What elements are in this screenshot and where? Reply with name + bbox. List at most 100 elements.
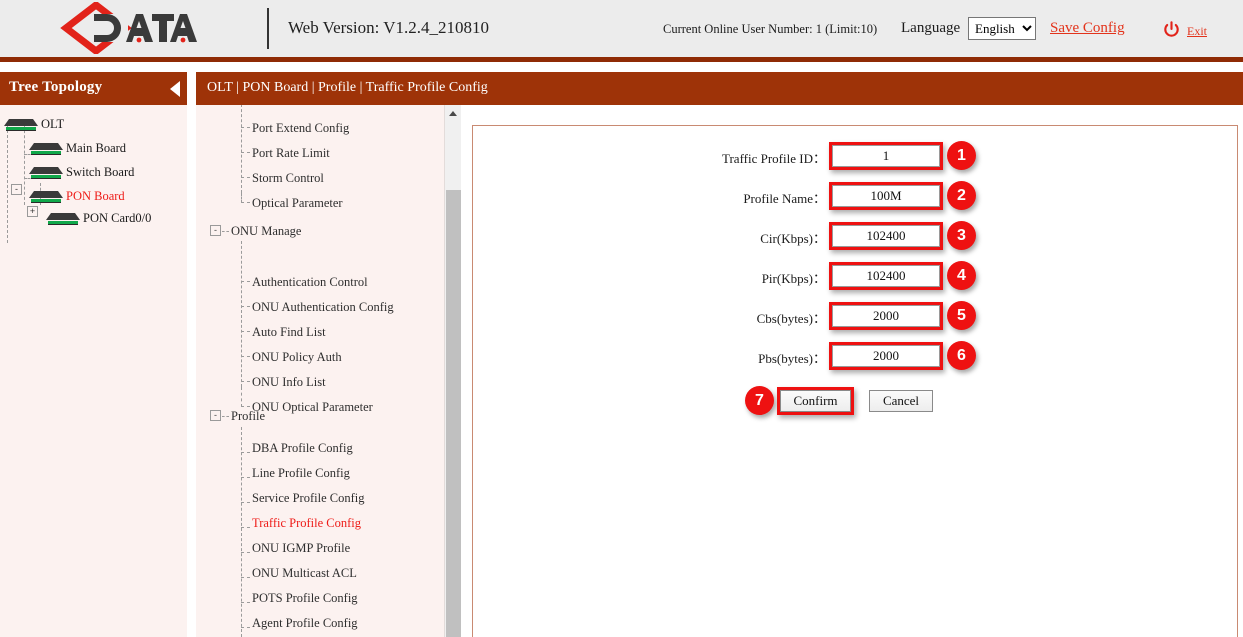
board-icon	[29, 191, 63, 203]
step-badge-6: 6	[947, 341, 976, 370]
menu-tick	[241, 627, 250, 628]
menu-item-service-profile-config[interactable]: Service Profile Config	[252, 491, 364, 506]
menu-tick	[241, 127, 250, 128]
cancel-button[interactable]: Cancel	[869, 390, 933, 412]
menu-item-onu-multicast-acl[interactable]: ONU Multicast ACL	[252, 566, 357, 581]
menu-item-onu-authentication-config[interactable]: ONU Authentication Config	[252, 300, 394, 315]
scrollbar-thumb[interactable]	[446, 190, 461, 637]
confirm-button[interactable]: Confirm	[780, 390, 851, 412]
header-bottom-rule	[0, 57, 1243, 62]
sidebar-title-bar: Tree Topology	[0, 72, 187, 105]
menu-item-storm-control[interactable]: Storm Control	[252, 171, 324, 186]
label-cir: Cir(Kbps)：	[473, 228, 826, 247]
menu-tick	[241, 602, 250, 603]
menu-item-auto-find-list[interactable]: Auto Find List	[252, 325, 326, 340]
label-colon: ：	[813, 271, 826, 286]
menu-tick	[241, 381, 250, 382]
input-cbs[interactable]	[832, 305, 940, 327]
tree-node-main-board[interactable]: Main Board	[29, 141, 126, 156]
form-row-profile-name: Profile Name： 2	[473, 185, 1239, 209]
menu-item-onu-info-list[interactable]: ONU Info List	[252, 375, 326, 390]
menu-tick	[241, 281, 250, 282]
input-pir[interactable]	[832, 265, 940, 287]
form-row-cir: Cir(Kbps)： 3	[473, 225, 1239, 249]
save-config-link[interactable]: Save Config	[1050, 20, 1125, 37]
menu-spine-2	[241, 241, 242, 387]
menu-expander-onu-manage[interactable]: -	[210, 225, 221, 236]
tree-node-olt[interactable]: OLT	[4, 117, 64, 132]
breadcrumb: OLT | PON Board | Profile | Traffic Prof…	[207, 80, 488, 96]
board-icon	[46, 213, 80, 225]
tree-node-switch-board[interactable]: Switch Board	[29, 165, 134, 180]
menu-tick	[241, 306, 250, 307]
tree-trunk-line	[7, 125, 8, 243]
label-text: Profile Name	[743, 191, 813, 206]
form-button-row: 7 Confirm Cancel	[473, 393, 1239, 417]
traffic-profile-form-panel: Traffic Profile ID： 1 Profile Name： 2 Ci…	[472, 125, 1238, 637]
form-row-pir: Pir(Kbps)： 4	[473, 265, 1239, 289]
tree-node-label: PON Card0/0	[83, 211, 151, 226]
label-profile-name: Profile Name：	[473, 188, 826, 207]
menu-item-pots-profile-config[interactable]: POTS Profile Config	[252, 591, 358, 606]
menu-group-profile[interactable]: Profile	[231, 409, 265, 424]
board-icon	[29, 143, 63, 155]
tree-expander-pon-card[interactable]: +	[27, 206, 38, 217]
tree-node-pon-card[interactable]: PON Card0/0	[46, 211, 151, 226]
input-traffic-profile-id[interactable]	[832, 145, 940, 167]
menu-item-port-rate-limit[interactable]: Port Rate Limit	[252, 146, 330, 161]
content-gutter	[461, 105, 472, 637]
menu-tick	[241, 331, 250, 332]
form-row-cbs: Cbs(bytes)： 5	[473, 305, 1239, 329]
label-colon: ：	[813, 351, 826, 366]
step-badge-2: 2	[947, 181, 976, 210]
label-text: Pir(Kbps)	[762, 271, 813, 286]
menu-item-dba-profile-config[interactable]: DBA Profile Config	[252, 441, 353, 456]
tree-node-label: Switch Board	[66, 165, 134, 180]
scroll-up-arrow-icon[interactable]	[445, 105, 461, 122]
app-header: Web Version: V1.2.4_210810 Current Onlin…	[0, 0, 1243, 57]
tree-node-label: Main Board	[66, 141, 126, 156]
menu-item-port-extend-config[interactable]: Port Extend Config	[252, 121, 349, 136]
label-colon: ：	[813, 311, 826, 326]
menu-item-onu-optical-parameter[interactable]: ONU Optical Parameter	[252, 400, 373, 415]
language-select[interactable]: English	[968, 17, 1036, 40]
label-cbs: Cbs(bytes)：	[473, 308, 826, 327]
sidebar-gutter	[187, 72, 196, 637]
form-row-traffic-profile-id: Traffic Profile ID： 1	[473, 145, 1239, 169]
exit-link[interactable]: Exit	[1187, 24, 1207, 39]
input-pbs[interactable]	[832, 345, 940, 367]
tree-node-label: OLT	[41, 117, 64, 132]
board-icon	[29, 167, 63, 179]
menu-scrollbar[interactable]	[444, 105, 461, 637]
menu-item-line-profile-config[interactable]: Line Profile Config	[252, 466, 350, 481]
label-colon: ：	[813, 151, 826, 166]
menu-tick	[241, 502, 250, 503]
menu-item-authentication-control[interactable]: Authentication Control	[252, 275, 368, 290]
input-cir[interactable]	[832, 225, 940, 247]
sidebar-collapse-icon[interactable]	[170, 81, 180, 97]
menu-item-traffic-profile-config[interactable]: Traffic Profile Config	[252, 516, 361, 531]
language-label: Language	[901, 20, 960, 37]
menu-group-onu-manage[interactable]: ONU Manage	[231, 224, 301, 239]
menu-item-onu-igmp-profile[interactable]: ONU IGMP Profile	[252, 541, 350, 556]
tree-branch-line-1	[24, 125, 25, 205]
label-text: Pbs(bytes)	[758, 351, 813, 366]
menu-expander-profile[interactable]: -	[210, 410, 221, 421]
label-text: Traffic Profile ID	[722, 151, 813, 166]
breadcrumb-bar: OLT | PON Board | Profile | Traffic Prof…	[196, 72, 1243, 105]
menu-tick	[222, 231, 229, 232]
web-version-label: Web Version: V1.2.4_210810	[288, 18, 489, 38]
menu-tick	[241, 356, 250, 357]
menu-item-optical-parameter[interactable]: Optical Parameter	[252, 196, 343, 211]
step-badge-4: 4	[947, 261, 976, 290]
input-profile-name[interactable]	[832, 185, 940, 207]
tree-expander-pon-board[interactable]: -	[11, 184, 22, 195]
power-icon[interactable]	[1163, 21, 1180, 38]
tree-node-pon-board[interactable]: PON Board	[29, 189, 125, 204]
sidebar-title: Tree Topology	[9, 79, 102, 96]
menu-item-agent-profile-config[interactable]: Agent Profile Config	[252, 616, 358, 631]
label-colon: ：	[813, 231, 826, 246]
tree-node-label: PON Board	[66, 189, 125, 204]
menu-item-onu-policy-auth[interactable]: ONU Policy Auth	[252, 350, 342, 365]
board-icon	[4, 119, 38, 131]
